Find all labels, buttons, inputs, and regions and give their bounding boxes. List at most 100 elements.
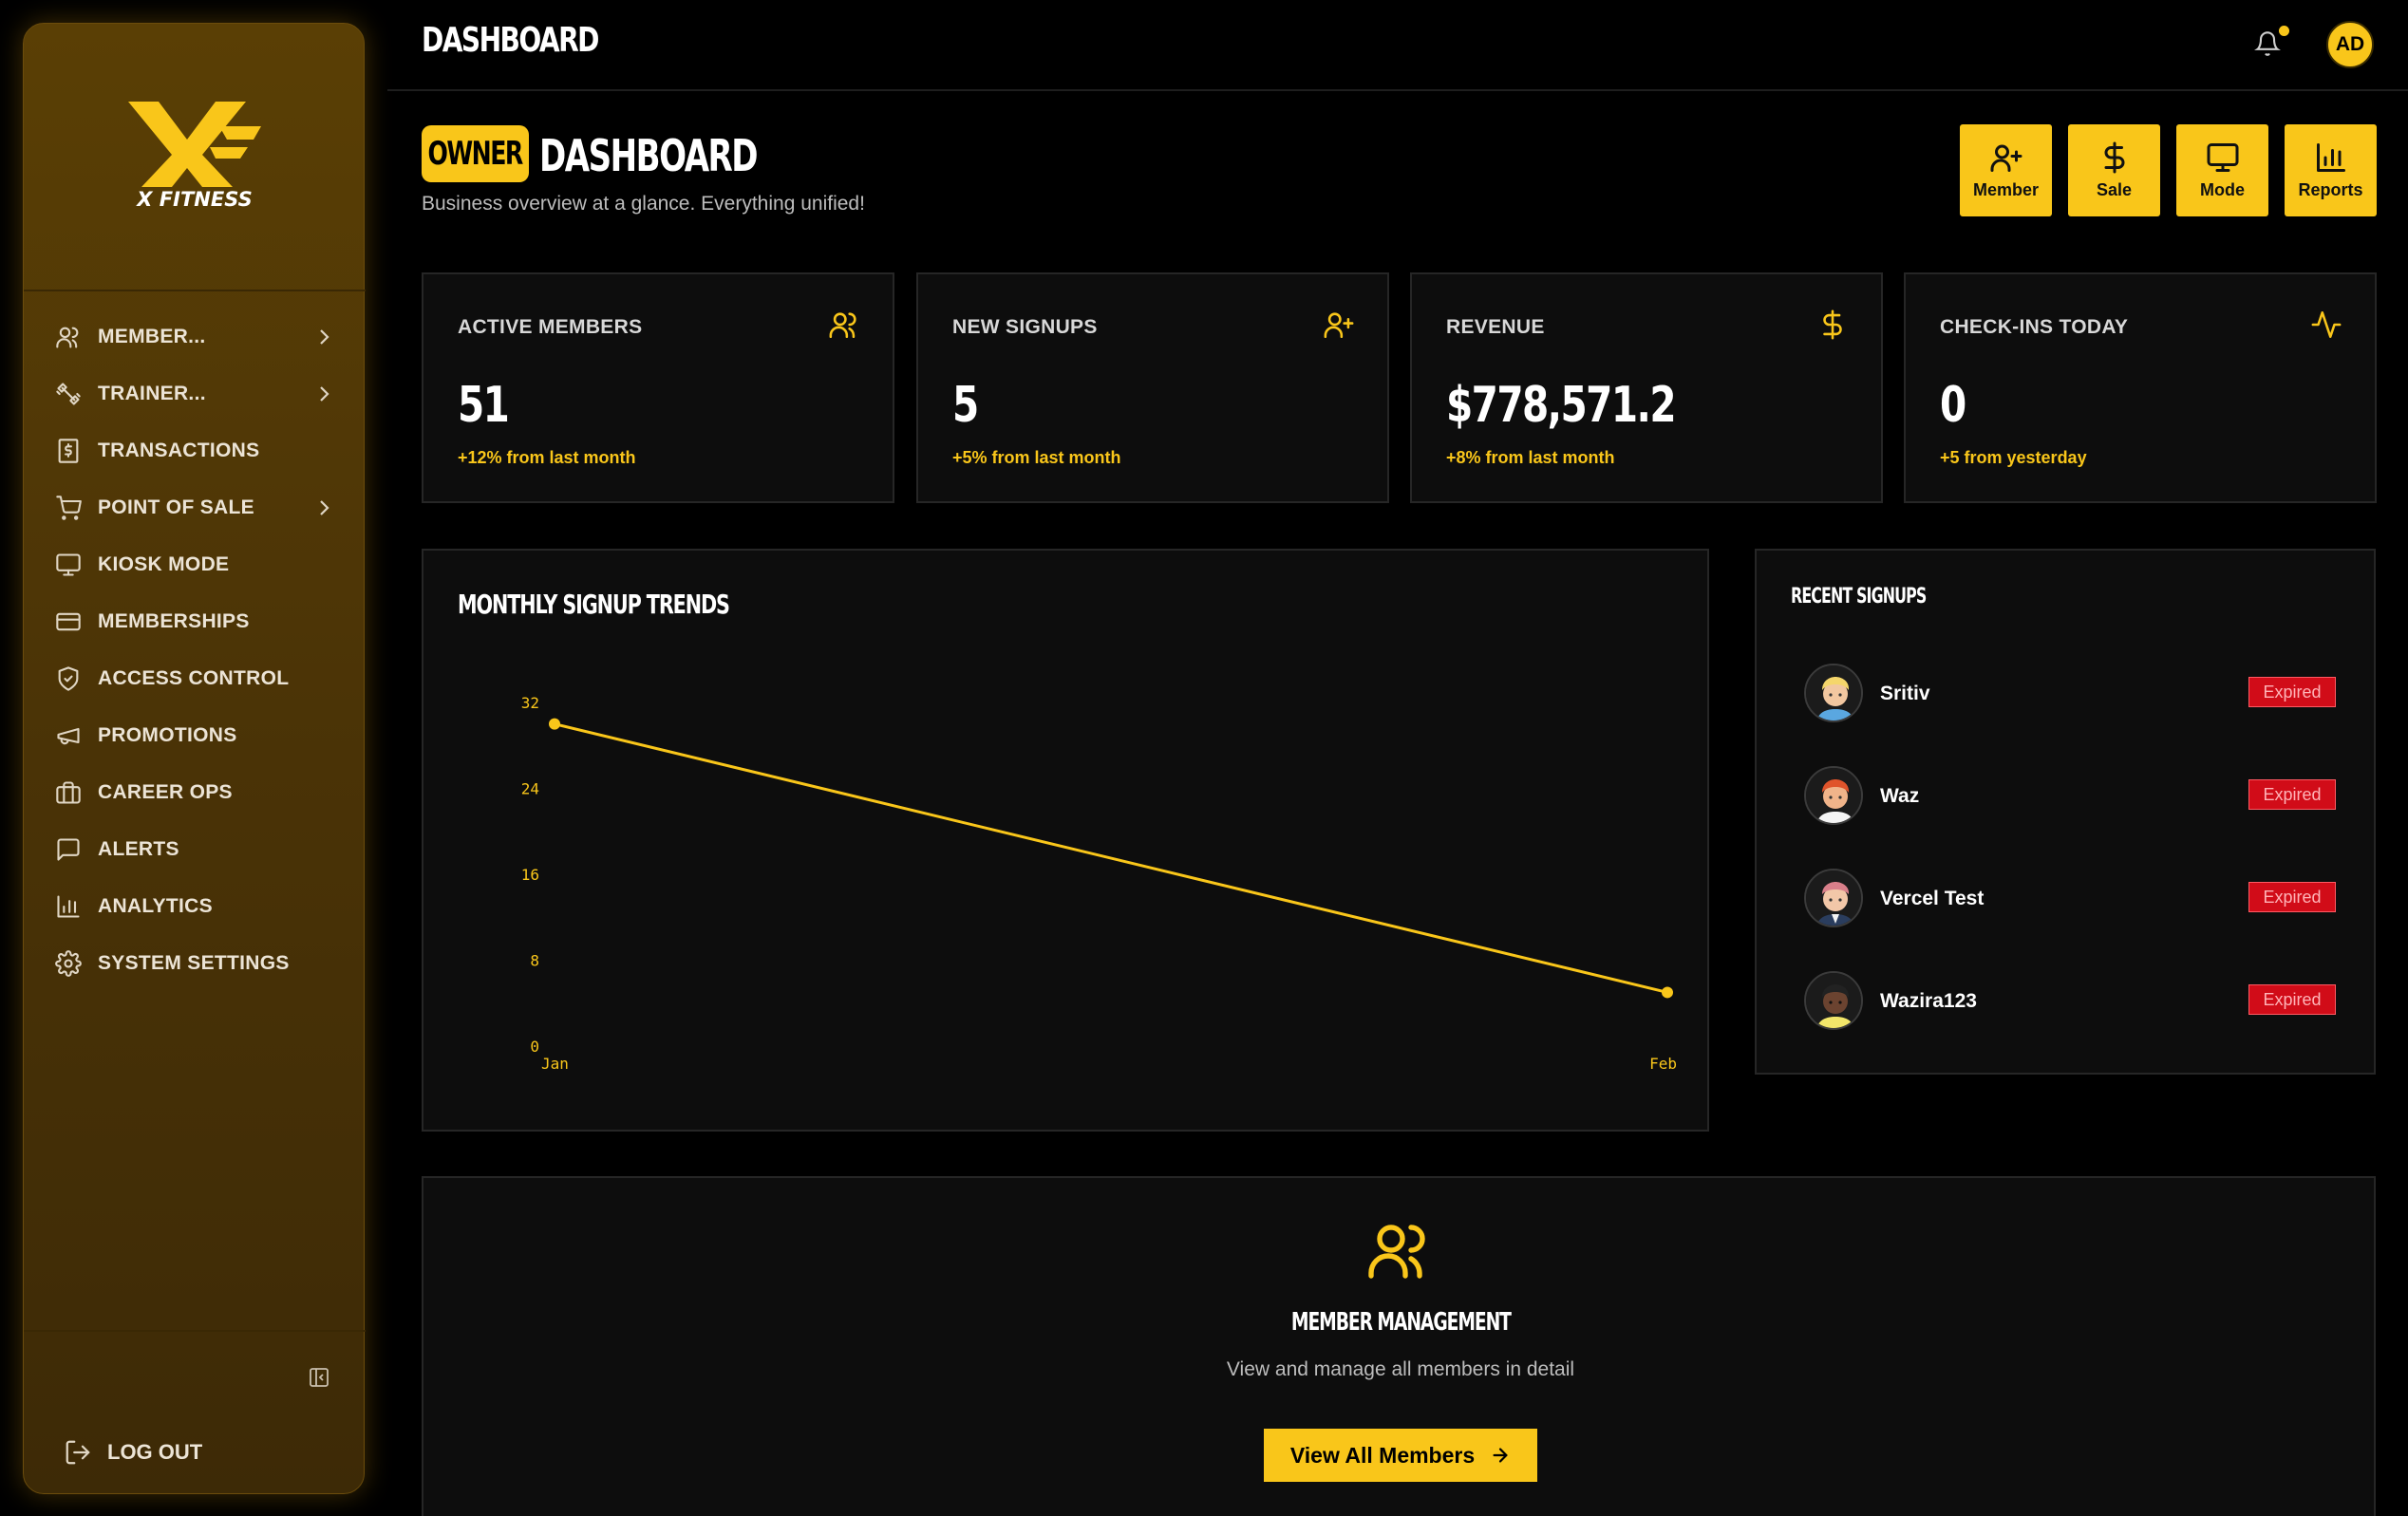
dollar-icon (1816, 309, 1849, 341)
monthly-signup-trends-card: MONTHLY SIGNUP TRENDS 0 8 16 24 32 Jan Feb (422, 549, 1709, 1132)
monitor-icon (2207, 143, 2238, 172)
sidebar-item-analytics[interactable]: ANALYTICS (24, 878, 366, 935)
notifications-bell-icon[interactable] (2254, 28, 2283, 61)
shield-check-icon (54, 664, 83, 693)
status-badge: Expired (2248, 677, 2336, 707)
stat-change: +12% from last month (458, 448, 636, 467)
sidebar-item-point-of-sale[interactable]: POINT OF SALE (24, 479, 366, 536)
member-management-title-text: MEMBER MANAGEMENT (1290, 1308, 1512, 1337)
user-avatar[interactable]: AD (2326, 21, 2374, 68)
stat-change: +8% from last month (1446, 448, 1615, 467)
quick-add-member-button[interactable]: Member (1960, 124, 2052, 216)
sidebar-item-label: TRANSACTIONS (98, 440, 260, 461)
stat-card-active-members: ACTIVE MEMBERS 51 +12% from last month (422, 272, 894, 503)
sidebar-item-label: PROMOTIONS (98, 724, 237, 746)
card-icon (54, 608, 83, 636)
signup-row[interactable]: Vercel Test Expired (1804, 869, 2336, 929)
stat-card-new-signups: NEW SIGNUPS 5 +5% from last month (916, 272, 1389, 503)
sidebar-item-trainers[interactable]: TRAINER... (24, 365, 366, 422)
sidebar-item-label: MEMBER... (98, 326, 206, 347)
stat-value: 5 (952, 377, 979, 434)
sidebar-nav: MEMBER... TRAINER... TRANSACTIONS POINT … (24, 309, 366, 992)
quick-action-label: Member (1972, 180, 2040, 199)
logout-button[interactable]: LOG OUT (64, 1438, 202, 1467)
quick-action-label: Sale (2096, 180, 2133, 199)
quick-action-label: Reports (2298, 180, 2363, 199)
y-tick-label: 8 (530, 952, 539, 970)
stat-card-revenue: REVENUE $778,571.2 +8% from last month (1410, 272, 1883, 503)
data-point[interactable] (549, 718, 560, 730)
stat-value: 0 (1940, 377, 1966, 434)
signup-row[interactable]: Waz Expired (1804, 766, 2336, 827)
sidebar-item-promotions[interactable]: PROMOTIONS (24, 707, 366, 764)
sidebar-item-label: SYSTEM SETTINGS (98, 952, 290, 974)
sidebar-item-system-settings[interactable]: SYSTEM SETTINGS (24, 935, 366, 992)
message-icon (54, 835, 83, 864)
sidebar-item-label: CAREER OPS (98, 781, 233, 803)
dollar-icon (2104, 141, 2124, 174)
chevron-right-icon (314, 327, 333, 347)
data-point[interactable] (1662, 986, 1673, 999)
monitor-icon (54, 551, 83, 579)
chevron-right-icon (314, 497, 333, 518)
signup-name: Vercel Test (1880, 888, 1985, 909)
owner-badge-label: OWNER (427, 135, 524, 173)
signup-name: Waz (1880, 785, 1920, 807)
logout-label: LOG OUT (107, 1440, 203, 1464)
collapse-sidebar-icon[interactable] (309, 1367, 329, 1388)
stat-label: ACTIVE MEMBERS (458, 316, 643, 338)
bar-chart-icon (54, 892, 83, 921)
notification-dot (2279, 26, 2289, 36)
view-all-members-button[interactable]: View All Members (1264, 1429, 1537, 1482)
logout-icon (66, 1440, 90, 1465)
signup-row[interactable]: Wazira123 Expired (1804, 971, 2336, 1032)
y-tick-label: 24 (521, 780, 539, 798)
quick-sale-button[interactable]: Sale (2068, 124, 2160, 216)
stat-change: +5% from last month (952, 448, 1121, 467)
sidebar-item-kiosk-mode[interactable]: KIOSK MODE (24, 536, 366, 593)
signup-name: Wazira123 (1880, 990, 1977, 1012)
quick-reports-button[interactable]: Reports (2285, 124, 2377, 216)
bar-chart-icon (2316, 143, 2345, 172)
megaphone-icon (54, 721, 83, 750)
stat-value: $778,571.2 (1446, 377, 1677, 434)
page-title: DASHBOARD (539, 127, 834, 184)
signup-trend-chart: 0 8 16 24 32 Jan Feb (521, 694, 1677, 1073)
gear-icon (54, 949, 83, 978)
user-plus-icon (1323, 309, 1355, 341)
y-tick-label: 32 (521, 694, 539, 712)
arrow-right-icon (1493, 1448, 1508, 1463)
activity-icon (2310, 309, 2342, 341)
owner-badge: OWNER (422, 125, 529, 182)
users-icon (828, 309, 860, 341)
sidebar-item-alerts[interactable]: ALERTS (24, 821, 366, 878)
signup-row[interactable]: Sritiv Expired (1804, 664, 2336, 724)
dumbbell-icon (54, 380, 83, 408)
sidebar-item-label: MEMBERSHIPS (98, 610, 250, 632)
quick-mode-button[interactable]: Mode (2176, 124, 2268, 216)
avatar (1804, 971, 1863, 1030)
sidebar-item-transactions[interactable]: TRANSACTIONS (24, 422, 366, 479)
member-management-subtitle: View and manage all members in detail (1226, 1358, 1575, 1380)
brand-name: X FITNESS (137, 188, 253, 211)
sidebar-item-career-ops[interactable]: CAREER OPS (24, 764, 366, 821)
view-all-members-label: View All Members (1289, 1442, 1476, 1468)
stat-card-check-ins-today: CHECK-INS TODAY 0 +5 from yesterday (1904, 272, 2377, 503)
member-management-title: MEMBER MANAGEMENT (423, 1308, 2378, 1337)
stat-value: 51 (458, 377, 510, 434)
sidebar-item-label: POINT OF SALE (98, 496, 254, 518)
sidebar-item-members[interactable]: MEMBER... (24, 309, 366, 365)
sidebar-item-label: ALERTS (98, 838, 179, 860)
users-icon (54, 323, 83, 351)
avatar (1804, 766, 1863, 825)
page-subtitle: Business overview at a glance. Everythin… (422, 193, 865, 215)
sidebar-item-label: ACCESS CONTROL (98, 667, 290, 689)
series-line (554, 722, 1668, 994)
sidebar-divider (24, 1330, 366, 1332)
y-tick-label: 0 (530, 1038, 539, 1056)
avatar (1804, 664, 1863, 722)
sidebar-item-access-control[interactable]: ACCESS CONTROL (24, 650, 366, 707)
status-badge: Expired (2248, 882, 2336, 912)
sidebar-item-memberships[interactable]: MEMBERSHIPS (24, 593, 366, 650)
brand-logo: X FITNESS (24, 24, 366, 291)
